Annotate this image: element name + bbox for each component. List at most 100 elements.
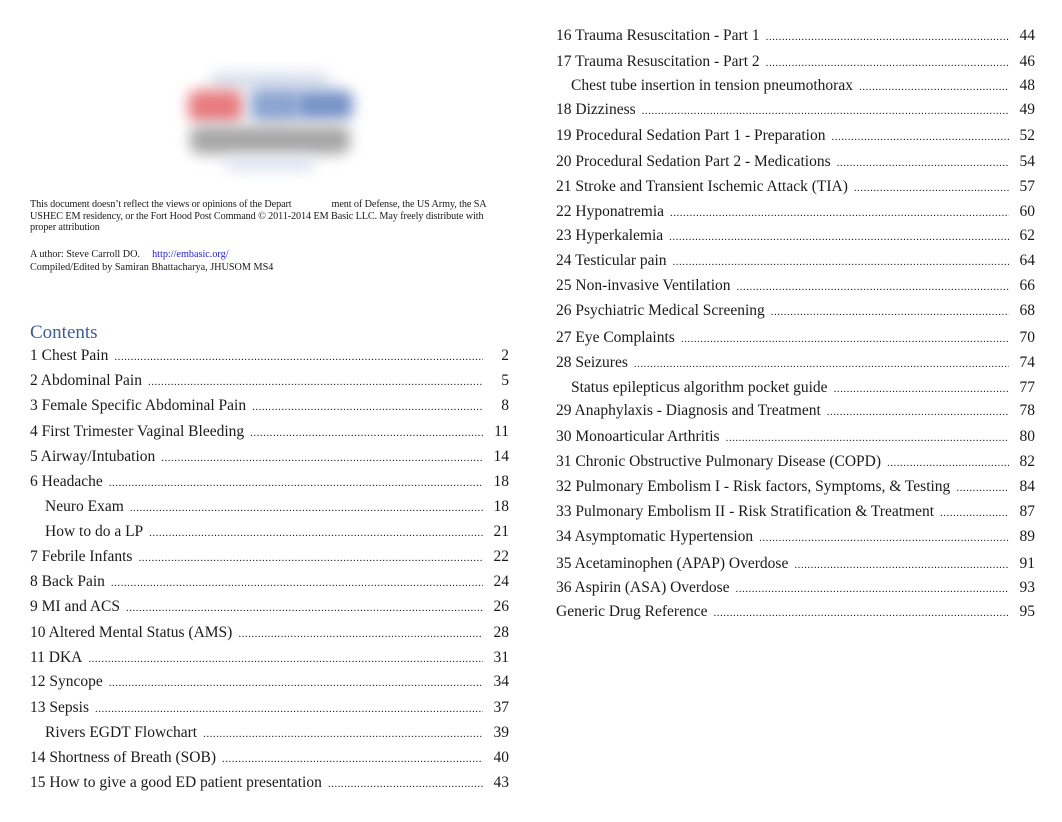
toc-entry-title: Rivers EGDT Flowchart <box>45 724 198 741</box>
toc-entry-title: 24 Testicular pain <box>556 252 667 269</box>
dot-leader: ........................................… <box>836 157 1009 169</box>
toc-page-number: 24 <box>493 573 510 590</box>
toc-entry[interactable]: 8 Back Pain.............................… <box>30 571 509 593</box>
dot-leader: ........................................… <box>670 207 1009 219</box>
toc-page-number: 91 <box>1019 555 1036 572</box>
toc-entry[interactable]: 7 Febrile Infants.......................… <box>30 546 509 568</box>
toc-entry[interactable]: 2 Abdominal Pain........................… <box>30 370 509 392</box>
toc-entry[interactable]: 13 Sepsis...............................… <box>30 697 509 719</box>
toc-page-number: 80 <box>1019 428 1036 445</box>
dot-leader: ........................................… <box>108 477 483 489</box>
toc-entry[interactable]: 35 Acetaminophen (APAP) Overdose........… <box>556 553 1035 575</box>
embasic-link[interactable]: http://embasic.org/ <box>152 249 229 260</box>
toc-entry-title: 35 Acetaminophen (APAP) Overdose <box>556 555 789 572</box>
toc-entry-title: 9 MI and ACS <box>30 598 120 615</box>
toc-page-number: 8 <box>501 397 509 414</box>
toc-entry[interactable]: 21 Stroke and Transient Ischemic Attack … <box>556 176 1035 198</box>
toc-page-number: 11 <box>494 423 509 440</box>
toc-page-number: 95 <box>1019 603 1036 620</box>
author-label: A uthor: Steve Carroll DO. <box>30 249 141 260</box>
toc-entry[interactable]: 25 Non-invasive Ventilation.............… <box>556 275 1035 297</box>
toc-entry[interactable]: 10 Altered Mental Status (AMS)..........… <box>30 622 509 644</box>
disclaimer-text: This document doesn’t reflect the views … <box>30 199 505 234</box>
toc-entry[interactable]: 5 Airway/Intubation.....................… <box>30 446 509 468</box>
toc-page-number: 18 <box>493 498 510 515</box>
dot-leader: ........................................… <box>108 677 483 689</box>
toc-entry[interactable]: 30 Monoarticular Arthritis..............… <box>556 426 1035 448</box>
toc-entry[interactable]: 20 Procedural Sedation Part 2 - Medicati… <box>556 151 1035 173</box>
toc-entry[interactable]: 26 Psychiatric Medical Screening........… <box>556 300 1035 322</box>
toc-entry[interactable]: Status epilepticus algorithm pocket guid… <box>556 377 1035 399</box>
toc-entry[interactable]: 14 Shortness of Breath (SOB)............… <box>30 747 509 769</box>
toc-entry[interactable]: 34 Asymptomatic Hypertension............… <box>556 526 1035 548</box>
toc-entry[interactable]: 24 Testicular pain......................… <box>556 250 1035 272</box>
toc-page-number: 78 <box>1019 402 1036 419</box>
toc-page-number: 22 <box>493 548 510 565</box>
dot-leader: ........................................… <box>770 306 1009 318</box>
toc-entry[interactable]: Chest tube insertion in tension pneumoth… <box>556 75 1035 97</box>
toc-entry-title: 34 Asymptomatic Hypertension <box>556 528 754 545</box>
toc-entry[interactable]: Rivers EGDT Flowchart...................… <box>30 722 509 744</box>
toc-entry-title: Status epilepticus algorithm pocket guid… <box>571 379 828 396</box>
toc-entry[interactable]: 1 Chest Pain............................… <box>30 345 509 367</box>
dot-leader: ........................................… <box>114 351 483 363</box>
toc-entry[interactable]: 33 Pulmonary Embolism II - Risk Stratifi… <box>556 501 1035 523</box>
toc-entry-title: 14 Shortness of Breath (SOB) <box>30 749 216 766</box>
dot-leader: ........................................… <box>725 432 1009 444</box>
toc-page-number: 60 <box>1019 203 1036 220</box>
toc-entry-title: 8 Back Pain <box>30 573 105 590</box>
toc-page-number: 54 <box>1019 153 1036 170</box>
toc-entry-title: 18 Dizziness <box>556 101 636 118</box>
logo-blue-mark <box>295 90 353 120</box>
dot-leader: ........................................… <box>250 427 483 439</box>
toc-entry[interactable]: 4 First Trimester Vaginal Bleeding......… <box>30 421 509 443</box>
toc-entry[interactable]: Generic Drug Reference..................… <box>556 601 1035 623</box>
toc-page-number: 2 <box>501 347 509 364</box>
toc-entry[interactable]: Neuro Exam..............................… <box>30 496 509 518</box>
toc-entry[interactable]: 17 Trauma Resuscitation - Part 2........… <box>556 51 1035 73</box>
toc-entry[interactable]: 16 Trauma Resuscitation - Part 1........… <box>556 25 1035 47</box>
toc-entry[interactable]: 28 Seizures.............................… <box>556 352 1035 374</box>
dot-leader: ........................................… <box>327 778 483 790</box>
toc-entry[interactable]: 6 Headache..............................… <box>30 471 509 493</box>
toc-entry-title: 15 How to give a good ED patient present… <box>30 774 322 791</box>
toc-page-number: 49 <box>1019 101 1036 118</box>
toc-entry[interactable]: 27 Eye Complaints.......................… <box>556 327 1035 349</box>
toc-page-number: 34 <box>493 673 510 690</box>
toc-page-number: 68 <box>1019 302 1036 319</box>
toc-entry-title: 36 Aspirin (ASA) Overdose <box>556 579 730 596</box>
toc-entry[interactable]: 32 Pulmonary Embolism I - Risk factors, … <box>556 476 1035 498</box>
toc-entry[interactable]: 31 Chronic Obstructive Pulmonary Disease… <box>556 451 1035 473</box>
toc-page-number: 87 <box>1019 503 1036 520</box>
toc-entry[interactable]: 9 MI and ACS............................… <box>30 596 509 618</box>
toc-entry[interactable]: 15 How to give a good ED patient present… <box>30 772 509 794</box>
toc-entry[interactable]: 19 Procedural Sedation Part 1 - Preparat… <box>556 125 1035 147</box>
toc-entry[interactable]: 36 Aspirin (ASA) Overdose...............… <box>556 577 1035 599</box>
embasic-logo <box>180 68 355 178</box>
toc-page-number: 31 <box>493 649 510 666</box>
toc-entry[interactable]: 12 Syncope..............................… <box>30 671 509 693</box>
toc-entry-title: 21 Stroke and Transient Ischemic Attack … <box>556 178 848 195</box>
toc-entry-title: 11 DKA <box>30 649 83 666</box>
toc-entry[interactable]: 29 Anaphylaxis - Diagnosis and Treatment… <box>556 400 1035 422</box>
toc-entry[interactable]: How to do a LP..........................… <box>30 521 509 543</box>
toc-entry[interactable]: 11 DKA..................................… <box>30 647 509 669</box>
dot-leader: ........................................… <box>138 552 483 564</box>
toc-entry[interactable]: 18 Dizziness............................… <box>556 99 1035 121</box>
toc-page-number: 70 <box>1019 329 1036 346</box>
dot-leader: ........................................… <box>672 256 1009 268</box>
dot-leader: ........................................… <box>887 457 1009 469</box>
dot-leader: ........................................… <box>680 333 1009 345</box>
toc-page-number: 84 <box>1019 478 1036 495</box>
dot-leader: ........................................… <box>826 406 1009 418</box>
dot-leader: ........................................… <box>252 401 483 413</box>
dot-leader: ........................................… <box>222 753 483 765</box>
toc-entry[interactable]: 23 Hyperkalemia.........................… <box>556 225 1035 247</box>
toc-page-number: 26 <box>493 598 510 615</box>
dot-leader: ........................................… <box>161 452 483 464</box>
toc-entry[interactable]: 3 Female Specific Abdominal Pain........… <box>30 395 509 417</box>
toc-entry-title: Neuro Exam <box>45 498 124 515</box>
toc-entry-title: 17 Trauma Resuscitation - Part 2 <box>556 53 760 70</box>
toc-entry[interactable]: 22 Hyponatremia.........................… <box>556 201 1035 223</box>
toc-page-number: 40 <box>493 749 510 766</box>
